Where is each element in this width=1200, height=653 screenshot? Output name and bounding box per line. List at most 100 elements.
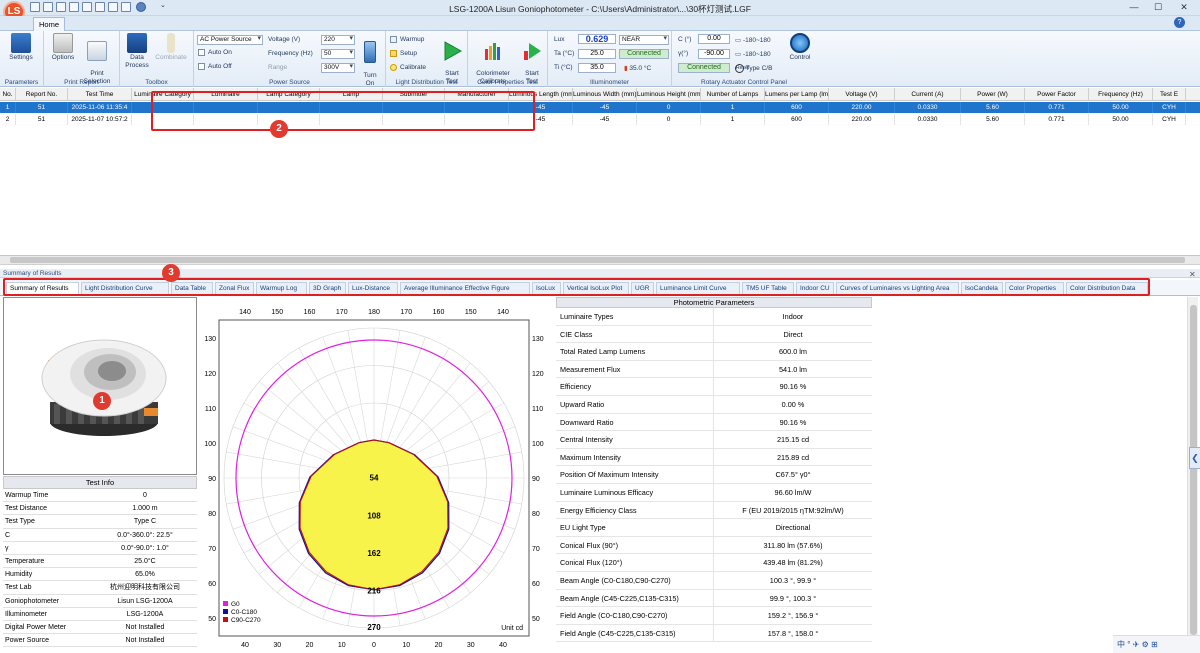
report-icon[interactable] [121,2,131,12]
column-header[interactable]: Lamp [320,88,383,101]
auto-off-checkbox[interactable]: Auto Off [198,63,232,70]
column-header[interactable]: Report No. [16,88,68,101]
column-header[interactable]: Current (A) [895,88,961,101]
column-header[interactable]: No. [0,88,16,101]
settings-icon[interactable] [108,2,118,12]
open-file-icon[interactable] [43,2,53,12]
voltage-select[interactable]: 220 [321,35,355,45]
column-header[interactable]: Lamp Category [258,88,320,101]
result-tab[interactable]: Light Distribution Curve [81,282,169,295]
result-tab[interactable]: 3D Graph [309,282,346,295]
column-header[interactable]: Submitter [383,88,445,101]
range-select[interactable]: 300V [321,63,355,73]
column-header[interactable]: Voltage (V) [829,88,895,101]
export-icon[interactable] [95,2,105,12]
tray-ime-icon[interactable]: 中 [1117,640,1125,649]
photometric-key: CIE Class [560,329,593,339]
setup-button[interactable]: Setup [390,50,417,57]
power-source-select[interactable]: AC Power Source [197,35,263,45]
group-color-properties-test: Colorimeter Calibrate Start Test Color P… [468,31,548,87]
scrollbar-thumb[interactable] [10,257,1185,263]
result-tab[interactable]: Data Table [171,282,213,295]
type-cb-toggle[interactable]: Reset Type C/B [735,64,772,73]
warmup-check[interactable] [390,36,397,43]
tray-degree-icon[interactable]: ° [1127,640,1130,649]
result-tab[interactable]: Color Distribution Data [1066,282,1148,295]
info-icon[interactable] [136,2,146,12]
right-tick-label: 90 [532,476,540,483]
tray-grid-icon[interactable]: ⊞ [1151,640,1158,649]
group-label-toolbox: Toolbox [145,79,168,86]
column-header[interactable]: Number of Lamps [701,88,765,101]
tab-home[interactable]: Home [33,17,65,31]
settings-button[interactable]: Settings [4,33,38,62]
maximize-button[interactable]: ☐ [1148,1,1168,14]
result-tab[interactable]: Warmup Log [256,282,307,295]
minimize-button[interactable]: — [1124,1,1144,14]
gamma-range-label: -180~180 [742,51,771,58]
column-header[interactable]: Power (W) [961,88,1025,101]
close-window-button[interactable]: ✕ [1174,1,1194,14]
column-header[interactable]: Luminaire [194,88,258,101]
table-row[interactable]: 2 51 2025-11-07 10:57:2 -45 -45 0 1 600 220.00 0.… [0,114,1200,125]
result-tab[interactable]: IsoLux [532,282,561,295]
table-cell: 0 [637,114,701,125]
top-tick-label: 170 [336,309,348,316]
result-tab[interactable]: Average Illuminance Effective Figure [400,282,530,295]
control-button[interactable]: Control [784,33,816,62]
test-info-key: Humidity [5,571,33,579]
result-tab[interactable]: Indoor CU [796,282,834,295]
print-icon[interactable] [69,2,79,12]
result-tab[interactable]: Color Properties [1005,282,1064,295]
data-process-button[interactable]: Data Process [120,33,154,70]
column-header[interactable]: Test Time [68,88,132,101]
column-header[interactable]: Luminous Length (mm) [509,88,573,101]
result-tab[interactable]: Curves of Luminaires vs Lighting Area [836,282,959,295]
column-header[interactable]: Power Factor [1025,88,1089,101]
result-tab[interactable]: TM5 UF Table [742,282,794,295]
result-tab[interactable]: UGR [631,282,654,295]
column-header[interactable]: Luminous Width (mm) [573,88,637,101]
table-row[interactable]: 1 51 2025-11-06 11:35:4 -45 -45 0 1 600 220.00 0.… [0,102,1200,113]
combinate-button[interactable]: Combinate [154,33,188,62]
reset-icon[interactable]: Reset [735,64,749,73]
auto-off-check[interactable] [198,63,205,70]
vertical-scrollbar-thumb[interactable] [1190,305,1197,635]
result-tab[interactable]: Summary of Results [6,282,79,295]
copy-icon[interactable] [82,2,92,12]
photometric-value: 215.89 cd [776,452,810,462]
test-info-value: 0 [143,492,147,499]
lux-range-select[interactable]: NEAR [619,35,669,45]
right-vertical-scrollbar[interactable] [1187,297,1198,653]
column-header[interactable]: Luminous Height (mm) [637,88,701,101]
calibrate-button[interactable]: Calibrate [390,64,426,71]
column-header[interactable]: Luminaire Category [132,88,194,101]
frequency-select[interactable]: 50 [321,49,355,59]
save-icon[interactable] [56,2,66,12]
column-header[interactable]: Lumens per Lamp (lm) [765,88,829,101]
result-tab[interactable]: Luminance Limit Curve [656,282,740,295]
warmup-checkbox[interactable]: Warmup [390,36,424,43]
auto-on-checkbox[interactable]: Auto On [198,49,232,56]
photometric-rows: Luminaire Types Indoor CIE Class Direct Tota… [556,308,872,643]
result-tab[interactable]: Lux-Distance [348,282,398,295]
help-icon[interactable]: ? [1174,17,1185,28]
tray-gear-icon[interactable]: ⚙ [1142,640,1149,649]
new-file-icon[interactable] [30,2,40,12]
photometric-value: 96.60 lm/W [774,487,812,497]
result-tab[interactable]: Zonal Flux [215,282,254,295]
quick-access-dropdown[interactable]: ⌄ [160,1,166,9]
result-tab[interactable]: Vertical IsoLux Plot [563,282,629,295]
tray-airplane-icon[interactable]: ✈ [1133,640,1140,649]
grid-horizontal-scrollbar[interactable] [0,256,1200,265]
column-header[interactable]: Test E [1153,88,1186,101]
column-header[interactable]: Manufacturer [445,88,509,101]
result-tab[interactable]: IsoCandela [961,282,1003,295]
auto-on-check[interactable] [198,49,205,56]
close-panel-icon[interactable]: ✕ [1189,270,1196,279]
options-button[interactable]: Options [46,33,80,62]
top-tick-label: 170 [400,309,412,316]
c-range: ▭ -180~180 [735,36,771,44]
side-panel-toggle[interactable]: ❮ [1189,447,1200,469]
column-header[interactable]: Frequency (Hz) [1089,88,1153,101]
